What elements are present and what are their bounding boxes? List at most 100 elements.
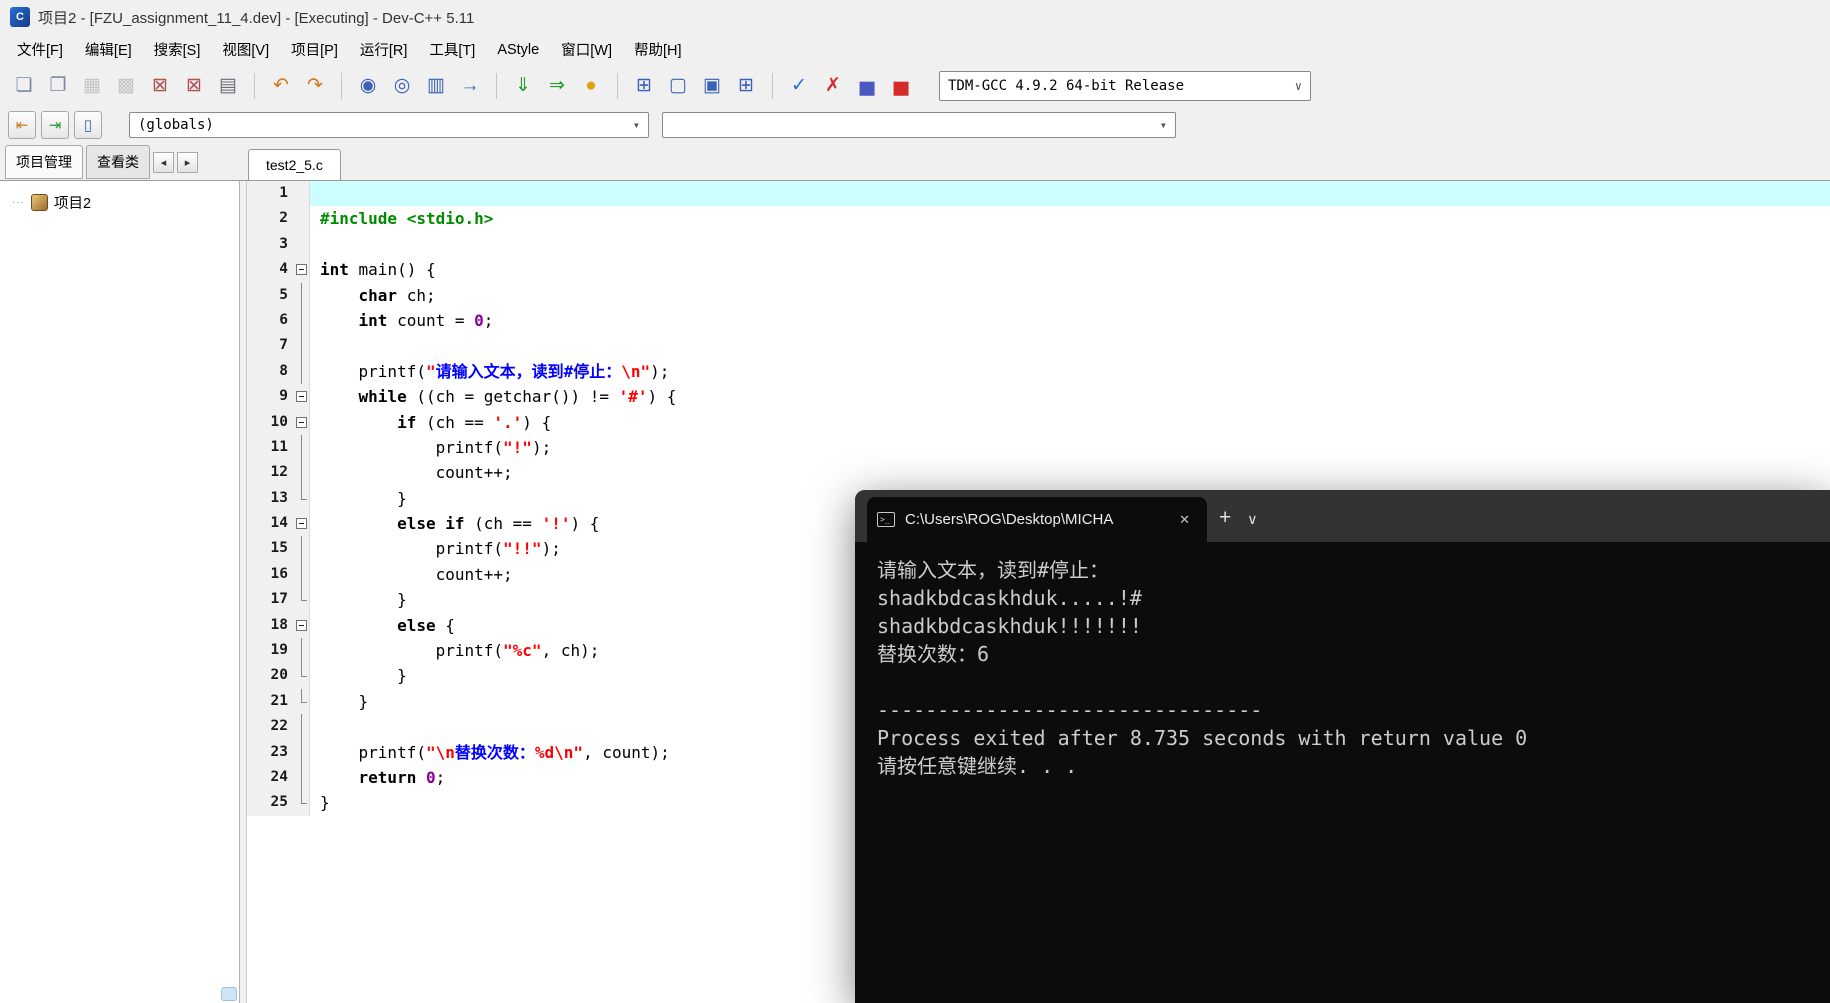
tile-vertical-button[interactable]: ▣ <box>696 70 728 102</box>
fold-start-marker[interactable] <box>293 511 310 537</box>
panel-tab-project-manager[interactable]: 项目管理 <box>5 145 83 179</box>
goto-line-button[interactable]: → <box>454 70 486 102</box>
menu-item[interactable]: 搜索[S] <box>143 35 212 64</box>
code-text[interactable]: while ((ch = getchar()) != '#') { <box>310 384 1830 409</box>
tile-horizontal-button[interactable]: ▢ <box>662 70 694 102</box>
console-line: shadkbdcaskhduk.....!# <box>877 586 1142 610</box>
sidebar-scroll-thumb[interactable] <box>221 987 237 1001</box>
panel-tab-class-view[interactable]: 查看类 <box>86 145 150 179</box>
line-number[interactable]: 6 <box>247 307 293 334</box>
replace-button[interactable]: ▥ <box>420 70 452 102</box>
line-number[interactable]: 9 <box>247 384 293 410</box>
menu-item[interactable]: 工具[T] <box>418 35 486 64</box>
run-button[interactable]: ⇒ <box>541 70 573 102</box>
cascade-windows-button[interactable]: ⊞ <box>628 70 660 102</box>
code-text[interactable]: count++; <box>310 460 1830 485</box>
line-number[interactable]: 19 <box>247 638 293 664</box>
code-text[interactable]: int main() { <box>310 257 1830 282</box>
console-tab-close-button[interactable]: ✕ <box>1172 509 1197 531</box>
line-number[interactable]: 4 <box>247 257 293 283</box>
fold-start-marker[interactable] <box>293 384 310 410</box>
fold-start-marker[interactable] <box>293 612 310 639</box>
save-all-button[interactable]: ▩ <box>110 70 142 102</box>
find-button[interactable]: ◉ <box>352 70 384 102</box>
menu-item[interactable]: 视图[V] <box>211 35 280 64</box>
line-number[interactable]: 20 <box>247 663 293 689</box>
panel-splitter[interactable] <box>240 181 247 1003</box>
fold-start-marker[interactable] <box>293 257 310 283</box>
tab-scroll-right-button[interactable]: ▸ <box>177 151 198 173</box>
compile-button[interactable]: ⇓ <box>507 70 539 102</box>
syntax-check-button[interactable]: ✓ <box>783 70 815 102</box>
line-number[interactable]: 17 <box>247 587 293 613</box>
chevron-down-icon: ▾ <box>632 118 640 132</box>
line-number[interactable]: 12 <box>247 460 293 486</box>
line-number[interactable]: 16 <box>247 561 293 588</box>
line-number[interactable]: 22 <box>247 714 293 740</box>
line-number[interactable]: 1 <box>247 181 293 207</box>
abort-compile-button[interactable]: ✗ <box>817 70 849 102</box>
line-number[interactable]: 11 <box>247 434 293 461</box>
line-number[interactable]: 15 <box>247 536 293 562</box>
redo-button[interactable]: ↷ <box>299 70 331 102</box>
code-text[interactable]: #include <stdio.h> <box>310 206 1830 231</box>
print-button[interactable]: ▤ <box>212 70 244 102</box>
undo-button[interactable]: ↶ <box>265 70 297 102</box>
profile-button[interactable]: ▅ <box>851 70 883 102</box>
line-number[interactable]: 2 <box>247 206 293 232</box>
members-combo[interactable]: ▾ <box>662 112 1176 138</box>
window-titlebar[interactable]: C 项目2 - [FZU_assignment_11_4.dev] - [Exe… <box>0 0 1830 34</box>
delete-profiling-button[interactable]: ▅ <box>885 70 917 102</box>
console-menu-button[interactable]: ∨ <box>1247 511 1257 528</box>
menu-item[interactable]: 窗口[W] <box>550 35 623 64</box>
code-text[interactable] <box>310 333 1830 358</box>
code-text[interactable]: int count = 0; <box>310 308 1830 333</box>
open-file-button[interactable]: ❐ <box>42 70 74 102</box>
line-number[interactable]: 21 <box>247 688 293 715</box>
line-number[interactable]: 23 <box>247 739 293 765</box>
fold-end-marker <box>293 790 310 816</box>
code-text[interactable]: printf("!"); <box>310 435 1830 460</box>
editor-tab-test2_5[interactable]: test2_5.c <box>248 149 341 180</box>
code-text[interactable]: printf("请输入文本，读到#停止：\n"); <box>310 359 1830 384</box>
menu-item[interactable]: 文件[F] <box>6 35 74 64</box>
line-number[interactable]: 14 <box>247 511 293 537</box>
arrange-windows-button[interactable]: ⊞ <box>730 70 762 102</box>
line-number[interactable]: 5 <box>247 282 293 308</box>
close-all-button[interactable]: ⊠ <box>178 70 210 102</box>
console-window[interactable]: >_ C:\Users\ROG\Desktop\MICHA ✕ + ∨ 请输入文… <box>855 490 1830 1003</box>
code-text[interactable]: if (ch == '.') { <box>310 410 1830 435</box>
line-number[interactable]: 18 <box>247 612 293 639</box>
menu-item[interactable]: 编辑[E] <box>74 35 143 64</box>
project-tree-item[interactable]: ··· 项目2 <box>0 181 239 213</box>
goto-implementation-button[interactable]: ⇥ <box>41 111 69 139</box>
new-file-button[interactable]: ❏ <box>8 70 40 102</box>
line-number[interactable]: 8 <box>247 358 293 385</box>
console-new-tab-button[interactable]: + <box>1219 506 1231 530</box>
console-tab[interactable]: >_ C:\Users\ROG\Desktop\MICHA ✕ <box>867 497 1207 542</box>
line-number[interactable]: 25 <box>247 790 293 816</box>
menu-item[interactable]: 运行[R] <box>349 35 419 64</box>
code-text[interactable]: char ch; <box>310 283 1830 308</box>
line-number[interactable]: 7 <box>247 333 293 359</box>
line-number[interactable]: 3 <box>247 231 293 258</box>
menu-item[interactable]: 帮助[H] <box>623 35 693 64</box>
compile-run-button[interactable]: ● <box>575 70 607 102</box>
globals-combo[interactable]: (globals) ▾ <box>129 112 649 138</box>
close-file-button[interactable]: ⊠ <box>144 70 176 102</box>
find-in-files-button[interactable]: ◎ <box>386 70 418 102</box>
menu-item[interactable]: 项目[P] <box>280 35 349 64</box>
line-number[interactable]: 24 <box>247 764 293 791</box>
code-text[interactable] <box>310 181 1830 207</box>
menu-item[interactable]: AStyle <box>486 38 550 62</box>
line-number[interactable]: 13 <box>247 485 293 512</box>
save-button[interactable]: ▦ <box>76 70 108 102</box>
class-browser-button[interactable]: ▯ <box>74 111 102 139</box>
line-number[interactable]: 10 <box>247 409 293 435</box>
console-titlebar[interactable]: >_ C:\Users\ROG\Desktop\MICHA ✕ + ∨ <box>855 490 1830 542</box>
compiler-select[interactable]: TDM-GCC 4.9.2 64-bit Release ∨ <box>939 70 1311 101</box>
fold-start-marker[interactable] <box>293 409 310 435</box>
goto-declaration-button[interactable]: ⇤ <box>8 111 36 139</box>
code-text[interactable] <box>310 232 1830 257</box>
tab-scroll-left-button[interactable]: ◂ <box>153 151 174 173</box>
